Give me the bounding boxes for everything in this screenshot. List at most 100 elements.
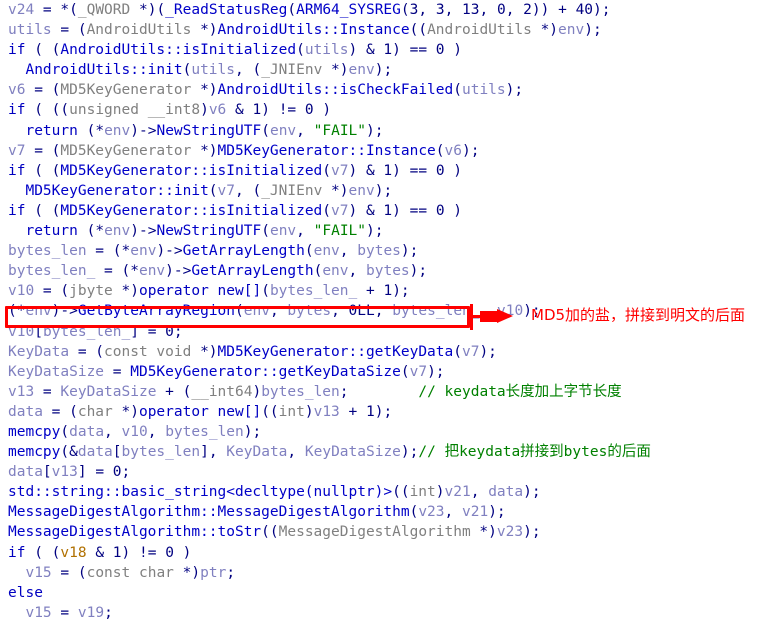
code-line[interactable]: std::string::basic_string<decltype(nullp…: [0, 482, 766, 502]
code-token-punct: ,: [348, 263, 366, 280]
code-token-num: 2: [523, 2, 532, 18]
code-token-type: void: [156, 343, 192, 360]
code-token-punct: ],: [200, 444, 227, 461]
code-token-punct: ): [435, 484, 445, 501]
code-token-var: v23: [496, 524, 524, 541]
code-token-punct: = (: [69, 343, 105, 360]
code-token-punct: *): [531, 22, 559, 39]
code-token-var: bytes: [366, 263, 410, 280]
code-token-punct: ) ==: [392, 162, 436, 179]
code-token-var: env: [104, 223, 131, 240]
code-line[interactable]: bytes_len_ = (*env)->GetArrayLength(env,…: [0, 261, 766, 281]
code-line[interactable]: bytes_len = (*env)->GetArrayLength(env, …: [0, 241, 766, 261]
code-token-punct: (: [409, 504, 419, 521]
code-token-type: const: [104, 343, 148, 360]
code-token-punct: ( ((: [25, 102, 70, 119]
code-token-fn: MD5KeyGenerator::isInitialized: [60, 202, 323, 219]
code-token-punct: *): [173, 564, 201, 581]
code-line[interactable]: memcpy(data, v10, bytes_len);: [0, 422, 766, 442]
code-token-type: int: [278, 403, 305, 420]
code-line[interactable]: return (*env)->NewStringUTF(env, "FAIL")…: [0, 121, 766, 141]
code-token-punct: ( (: [25, 202, 61, 219]
code-line[interactable]: v6 = (MD5KeyGenerator *)AndroidUtils::is…: [0, 80, 766, 100]
code-token-type: _QWORD: [77, 2, 131, 18]
code-token-punct: ): [444, 162, 463, 179]
code-token-fn: AndroidUtils::isCheckFailed: [217, 82, 454, 99]
code-token-punct: [: [34, 323, 43, 340]
code-line[interactable]: AndroidUtils::init(utils, (_JNIEnv *)env…: [0, 60, 766, 80]
code-line[interactable]: utils = (AndroidUtils *)AndroidUtils::In…: [0, 20, 766, 40]
code-line[interactable]: v15 = v19;: [0, 603, 766, 623]
code-line[interactable]: if ( (MD5KeyGenerator::isInitialized(v7)…: [0, 161, 766, 181]
code-token-type: MD5KeyGenerator: [60, 82, 192, 99]
code-token-var: utils: [304, 42, 349, 59]
code-line[interactable]: v24 = *(_QWORD *)(_ReadStatusReg(ARM64_S…: [0, 0, 766, 20]
code-token-punct: = (: [25, 82, 61, 99]
code-token-var: v7: [461, 343, 480, 360]
code-token-var: utils: [8, 22, 52, 39]
code-token-punct: ( (: [25, 42, 61, 59]
code-line[interactable]: if ( (MD5KeyGenerator::isInitialized(v7)…: [0, 201, 766, 221]
code-line[interactable]: MessageDigestAlgorithm::MessageDigestAlg…: [0, 502, 766, 522]
code-line[interactable]: if ( (v18 & 1) != 0 ): [0, 543, 766, 563]
code-line[interactable]: v13 = KeyDataSize + (__int64)bytes_len; …: [0, 382, 766, 402]
code-line[interactable]: MessageDigestAlgorithm::toStr((MessageDi…: [0, 522, 766, 542]
code-token-type: __int8: [147, 102, 201, 119]
code-token-var: KeyDataSize: [8, 363, 105, 380]
code-token-punct: , (: [235, 62, 262, 79]
code-token-var: utils: [191, 62, 235, 79]
code-line[interactable]: v10[bytes_len_] = 0;: [0, 322, 766, 342]
code-token-punct: ) !=: [261, 102, 305, 119]
code-token-punct: &: [226, 102, 253, 119]
code-token-num: 1: [366, 403, 375, 420]
code-token-punct: )->: [165, 263, 192, 280]
code-token-fn: MessageDigestAlgorithm::toStr: [8, 524, 262, 541]
code-token-var: bytes_len: [261, 383, 340, 400]
code-line[interactable]: memcpy(&data[bytes_len], KeyData, KeyDat…: [0, 442, 766, 462]
code-token-punct: +: [357, 283, 384, 300]
code-token-punct: [8, 62, 25, 78]
code-token-str: "FAIL": [313, 223, 367, 240]
code-token-num: 13: [462, 2, 480, 18]
code-token-var: v21: [461, 504, 489, 521]
code-line[interactable]: KeyDataSize = MD5KeyGenerator::getKeyDat…: [0, 362, 766, 382]
code-token-punct: = (: [51, 564, 87, 581]
code-token-punct: *): [191, 22, 218, 39]
code-token-punct: ( (: [25, 162, 61, 179]
code-token-punct: );: [584, 22, 602, 39]
code-token-type: unsigned: [69, 102, 139, 119]
code-line[interactable]: v15 = (const char *)ptr;: [0, 563, 766, 583]
code-token-punct: );: [243, 423, 262, 440]
code-token-punct: ;: [173, 323, 183, 340]
code-line[interactable]: if ( (AndroidUtils::isInitialized(utils)…: [0, 40, 766, 60]
code-line[interactable]: else: [0, 583, 766, 603]
code-token-type: _JNIEnv: [261, 62, 323, 79]
code-token-punct: );: [400, 243, 419, 260]
code-line[interactable]: data = (char *)operator new[]((int)v13 +…: [0, 402, 766, 422]
code-token-punct: )->: [51, 303, 78, 320]
code-line[interactable]: return (*env)->NewStringUTF(env, "FAIL")…: [0, 221, 766, 241]
code-line[interactable]: v10 = (jbyte *)operator new[](bytes_len_…: [0, 281, 766, 301]
code-line[interactable]: data[v13] = 0;: [0, 462, 766, 482]
code-token-punct: ((: [392, 484, 410, 501]
code-line[interactable]: MD5KeyGenerator::init(v7, (_JNIEnv *)env…: [0, 181, 766, 201]
code-token-punct: =: [51, 604, 78, 621]
code-token-punct: ,: [479, 303, 497, 320]
code-token-var: v7: [409, 363, 428, 380]
code-line[interactable]: KeyData = (const void *)MD5KeyGenerator:…: [0, 342, 766, 362]
code-token-num: 0LL: [348, 303, 375, 320]
code-token-punct: (: [261, 122, 270, 139]
code-token-num: 0: [304, 102, 314, 119]
code-token-var: data: [488, 484, 524, 501]
code-token-var: env: [269, 122, 297, 139]
code-line[interactable]: (*env)->GetByteArrayRegion(env, bytes, 0…: [0, 301, 766, 321]
code-token-punct: (*: [77, 223, 105, 240]
code-token-var: v7: [331, 162, 349, 179]
code-token-punct: ,: [331, 303, 349, 320]
code-line[interactable]: if ( ((unsigned __int8)v6 & 1) != 0 ): [0, 100, 766, 120]
code-line[interactable]: v7 = (MD5KeyGenerator *)MD5KeyGenerator:…: [0, 141, 766, 161]
pseudocode-view[interactable]: v24 = *(_QWORD *)(_ReadStatusReg(ARM64_S…: [0, 0, 766, 621]
code-token-punct: ,: [339, 243, 358, 260]
code-token-punct: , (: [235, 182, 262, 199]
code-token-str: "FAIL": [313, 122, 367, 139]
